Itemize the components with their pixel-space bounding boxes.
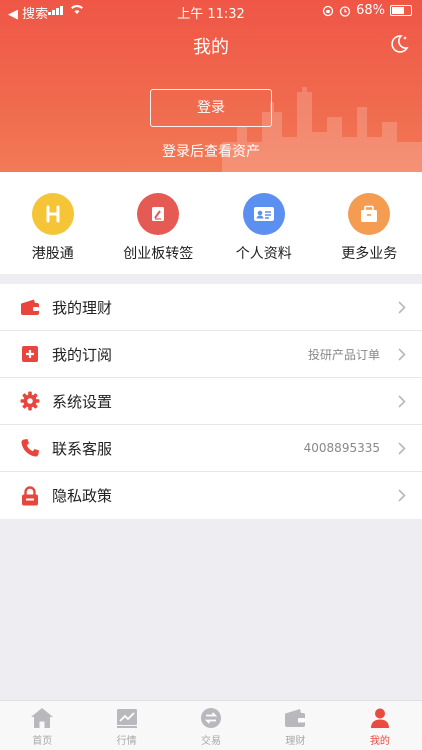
id-card-icon bbox=[242, 193, 285, 235]
gear-icon bbox=[20, 391, 40, 411]
document-pen-icon bbox=[137, 193, 180, 235]
user-icon bbox=[370, 708, 389, 728]
box-icon bbox=[348, 193, 391, 235]
menu-item-value: 4008895335 bbox=[303, 441, 380, 455]
quick-action-more[interactable]: 更多业务 bbox=[317, 172, 422, 274]
quick-actions: 港股通 创业板转签 个人资料 更多业务 bbox=[0, 172, 422, 274]
exchange-icon bbox=[201, 708, 222, 728]
quick-action-label: 个人资料 bbox=[235, 246, 292, 262]
tab-trade[interactable]: 交易 bbox=[169, 701, 253, 750]
chevron-right-icon bbox=[398, 348, 406, 361]
quick-action-label: 港股通 bbox=[31, 246, 74, 262]
menu-item-privacy-policy[interactable]: 隐私政策 bbox=[0, 472, 422, 519]
quick-action-label: 创业板转签 bbox=[123, 246, 194, 262]
chart-icon bbox=[116, 709, 137, 728]
wallet-icon bbox=[285, 709, 306, 727]
menu-item-my-subscription[interactable]: 我的订阅 投研产品订单 bbox=[0, 331, 422, 378]
tab-mine[interactable]: 我的 bbox=[338, 701, 422, 750]
quick-action-label: 更多业务 bbox=[341, 246, 398, 262]
night-mode-icon[interactable] bbox=[388, 33, 410, 55]
settings-menu: 我的理财 我的订阅 投研产品订单 系统设置 联系客服 4008895335 隐私… bbox=[0, 284, 422, 519]
tab-label: 首页 bbox=[32, 736, 53, 747]
bottom-tab-bar: 首页 行情 交易 理财 我的 bbox=[0, 700, 422, 750]
menu-item-label: 我的理财 bbox=[52, 298, 113, 317]
status-right: 68% bbox=[322, 3, 412, 18]
chevron-right-icon bbox=[398, 442, 406, 455]
menu-item-system-settings[interactable]: 系统设置 bbox=[0, 378, 422, 425]
chevron-right-icon bbox=[398, 301, 406, 314]
wallet-icon bbox=[20, 297, 40, 317]
login-hint: 登录后查看资产 bbox=[162, 144, 260, 160]
rotation-lock-icon bbox=[322, 5, 334, 16]
tab-label: 行情 bbox=[116, 736, 137, 747]
menu-item-label: 联系客服 bbox=[52, 439, 113, 458]
status-bar: ◀ 搜索 上午 11:32 68% bbox=[0, 0, 422, 22]
plus-box-icon bbox=[20, 344, 40, 364]
h-icon bbox=[31, 193, 74, 235]
tab-label: 交易 bbox=[201, 736, 222, 747]
quick-action-hk-connect[interactable]: 港股通 bbox=[0, 172, 106, 274]
tab-home[interactable]: 首页 bbox=[0, 701, 84, 750]
battery-icon bbox=[390, 5, 412, 16]
menu-item-customer-service[interactable]: 联系客服 4008895335 bbox=[0, 425, 422, 472]
tab-wealth[interactable]: 理财 bbox=[253, 701, 337, 750]
chevron-right-icon bbox=[398, 395, 406, 408]
menu-item-label: 隐私政策 bbox=[52, 487, 113, 505]
tab-label: 我的 bbox=[369, 736, 390, 747]
menu-item-label: 我的订阅 bbox=[52, 345, 113, 364]
quick-action-profile[interactable]: 个人资料 bbox=[211, 172, 317, 274]
alarm-icon bbox=[339, 5, 351, 17]
login-button[interactable]: 登录 bbox=[150, 89, 272, 127]
menu-item-my-finance[interactable]: 我的理财 bbox=[0, 284, 422, 331]
menu-item-label: 系统设置 bbox=[52, 392, 113, 411]
phone-icon bbox=[20, 438, 40, 458]
chevron-right-icon bbox=[398, 489, 406, 502]
tab-label: 理财 bbox=[285, 736, 306, 747]
lock-icon bbox=[20, 485, 40, 506]
page-title: 我的 bbox=[193, 37, 229, 58]
profile-header: ◀ 搜索 上午 11:32 68% 我的 登录 登录后查看资产 bbox=[0, 0, 422, 172]
menu-item-value: 投研产品订单 bbox=[307, 347, 380, 362]
battery-percent: 68% bbox=[356, 3, 385, 18]
home-icon bbox=[31, 708, 54, 728]
quick-action-gem-transfer[interactable]: 创业板转签 bbox=[106, 172, 212, 274]
tab-market[interactable]: 行情 bbox=[84, 701, 168, 750]
